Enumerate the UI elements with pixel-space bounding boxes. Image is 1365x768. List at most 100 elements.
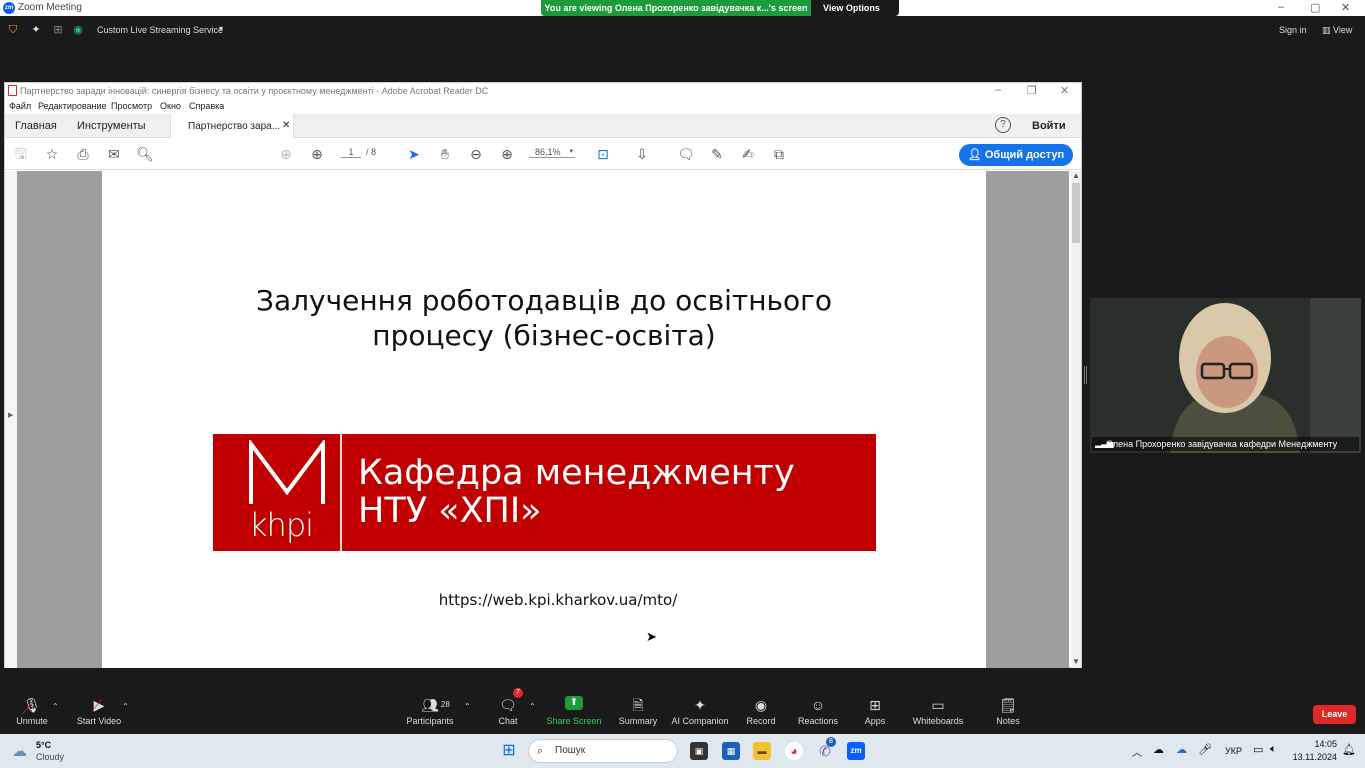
notes-button[interactable]: 🗒︎ Notes <box>990 696 1026 726</box>
reactions-button[interactable]: ☺ Reactions <box>794 696 842 726</box>
store-icon[interactable]: ▦ <box>722 742 740 760</box>
scroll-mode-icon[interactable]: ⇩ <box>633 145 651 163</box>
tray-chevron-up-icon[interactable]: ︿ <box>1132 744 1142 759</box>
help-icon[interactable]: ? <box>995 117 1011 133</box>
participants-caret-icon[interactable]: ⌃ <box>464 702 471 711</box>
unmute-label: Unmute <box>16 716 48 726</box>
menu-file[interactable]: Файл <box>9 101 31 111</box>
menu-window[interactable]: Окно <box>160 101 181 111</box>
minimize-icon[interactable]: – <box>1278 1 1284 13</box>
tab-tools[interactable]: Инструменты <box>77 120 146 132</box>
viber-icon[interactable]: ✆ 8 <box>816 737 836 760</box>
participant-video[interactable]: ▂▃▅ Олена Прохоренко завідувачка кафедри… <box>1090 298 1361 453</box>
windows-start-icon[interactable]: ⊞ <box>500 742 518 760</box>
save-icon[interactable]: 🖫 <box>12 145 30 163</box>
print-icon[interactable]: ⎙ <box>74 145 92 163</box>
expand-panel-icon[interactable]: ▶ <box>8 411 13 419</box>
apps-grid-icon[interactable]: ⊞ <box>51 23 65 37</box>
zoom-caret-icon: ▾ <box>569 148 573 155</box>
unmute-button[interactable]: 🎙︎ ⟋ Unmute <box>10 696 54 726</box>
windows-taskbar: ☁ 5°C Cloudy ⊞ ⌕ Пошук ▣ ▦ ▬ ◕ ✆ 8 zm ︿ ☁… <box>0 734 1365 768</box>
leave-button[interactable]: Leave <box>1313 705 1356 724</box>
fill-sign-icon[interactable]: ⧉ <box>770 145 788 163</box>
maximize-icon[interactable]: ▢ <box>1310 1 1320 14</box>
zoom-app-icon[interactable]: zm <box>847 742 865 760</box>
shield-icon[interactable]: ⛉ <box>6 23 20 37</box>
share-button[interactable]: 👤︎ Общий доступ <box>959 144 1073 166</box>
highlight-pen-icon[interactable]: ✎ <box>708 145 726 163</box>
zoom-level-select[interactable]: 86,1% ▾ <box>529 147 575 158</box>
start-video-button[interactable]: ▶︎ ⟋ Start Video <box>70 696 128 726</box>
task-view-icon[interactable]: ▣ <box>690 742 708 760</box>
file-explorer-icon[interactable]: ▬ <box>753 742 771 760</box>
live-stream-icon[interactable]: ◉ <box>71 23 85 37</box>
tab-home[interactable]: Главная <box>15 120 57 132</box>
next-page-icon[interactable]: ⊕ <box>308 145 326 163</box>
clock-time[interactable]: 14:05 <box>1297 739 1337 749</box>
streaming-service-label[interactable]: Custom Live Streaming Service <box>97 25 223 35</box>
acrobat-restore-icon[interactable]: ❐ <box>1027 84 1037 97</box>
microphone-tray-icon[interactable]: 🎤︎ <box>1198 743 1212 756</box>
signin-button[interactable]: Войти <box>1032 120 1066 132</box>
page-number-input[interactable]: 1 <box>341 147 361 158</box>
hand-tool-icon[interactable]: ✋︎ <box>436 145 454 163</box>
whiteboards-button[interactable]: ▭ Whiteboards <box>910 696 966 726</box>
weather-temp[interactable]: 5°C <box>36 740 51 750</box>
menu-help[interactable]: Справка <box>189 101 224 111</box>
panel-splitter[interactable] <box>1084 366 1087 384</box>
search-zoom-icon[interactable]: 🔍︎ <box>136 145 154 163</box>
tab-document[interactable]: Партнерство зара... ✕ <box>170 114 294 138</box>
cloud-weather-icon[interactable]: ☁ <box>12 742 27 760</box>
left-panel-toggle[interactable]: ▶ <box>5 171 17 668</box>
vertical-scrollbar[interactable]: ▲ ▼ <box>1071 171 1081 668</box>
select-cursor-icon[interactable]: ➤ <box>405 145 423 163</box>
participants-button[interactable]: 👥︎ 28 Participants <box>400 696 460 726</box>
clock-date[interactable]: 13.11.2024 <box>1290 752 1337 762</box>
chat-icon: 🗨︎ 7 <box>498 688 523 714</box>
weather-desc[interactable]: Cloudy <box>36 752 64 762</box>
menu-edit[interactable]: Редактирование <box>38 101 107 111</box>
cloud-sync-icon[interactable]: ☁ <box>1153 743 1164 756</box>
comment-icon[interactable]: 🗨︎ <box>677 145 695 163</box>
sparkle-icon[interactable]: ✦ <box>29 23 43 37</box>
chrome-icon[interactable]: ◕ <box>785 742 803 760</box>
bookmark-star-icon[interactable]: ☆ <box>43 145 61 163</box>
acrobat-close-icon[interactable]: ✕ <box>1060 84 1069 97</box>
chat-caret-icon[interactable]: ⌃ <box>529 702 536 711</box>
email-icon[interactable]: ✉ <box>105 145 123 163</box>
record-button[interactable]: ◉ Record <box>740 696 782 726</box>
banner-line2: НТУ «ХПІ» <box>358 491 542 531</box>
caret-down-icon[interactable]: ▾ <box>219 24 223 33</box>
onedrive-icon[interactable]: ☁ <box>1176 743 1187 756</box>
menu-view[interactable]: Просмотр <box>111 101 152 111</box>
view-options-button[interactable]: View Options ⌄ <box>817 0 897 29</box>
document-viewport[interactable]: Залучення роботодавців до освітнього про… <box>17 171 1069 668</box>
scrollbar-thumb[interactable] <box>1072 183 1080 243</box>
taskbar-search[interactable]: ⌕ Пошук <box>528 739 678 763</box>
zoom-out-icon[interactable]: ⊖ <box>467 145 485 163</box>
ai-companion-button[interactable]: ✦ AI Companion <box>670 696 730 726</box>
summary-button[interactable]: 🗎 Summary <box>614 696 662 726</box>
tab-document-label: Партнерство зара... <box>188 121 281 132</box>
tab-close-icon[interactable]: ✕ <box>282 120 290 131</box>
close-icon[interactable]: ✕ <box>1341 1 1350 14</box>
volume-icon[interactable]: 🔈︎ <box>1270 743 1277 756</box>
view-button[interactable]: ▥ View <box>1322 25 1352 36</box>
sign-in-button[interactable]: Sign in <box>1279 25 1307 35</box>
zoom-in-icon[interactable]: ⊕ <box>498 145 516 163</box>
sign-pen-icon[interactable]: ✍︎ <box>739 145 757 163</box>
video-options-caret-icon[interactable]: ⌃ <box>122 702 129 711</box>
scroll-down-icon[interactable]: ▼ <box>1072 657 1080 666</box>
notification-bell-icon[interactable]: 🔔︎ <box>1342 743 1356 756</box>
share-screen-button[interactable]: ⬆ Share Screen <box>546 696 602 726</box>
prev-page-icon[interactable]: ⊕ <box>277 145 295 163</box>
scroll-up-icon[interactable]: ▲ <box>1072 171 1080 180</box>
language-indicator[interactable]: УКР <box>1225 746 1242 756</box>
video-off-icon: ▶︎ ⟋ <box>92 697 105 713</box>
acrobat-minimize-icon[interactable]: – <box>995 84 1001 96</box>
fit-page-icon[interactable]: ⊡ <box>594 145 612 163</box>
apps-button[interactable]: ⊞ Apps <box>856 696 894 726</box>
chat-button[interactable]: 🗨︎ 7 Chat <box>490 688 526 726</box>
network-icon[interactable]: ▭ <box>1253 743 1263 756</box>
audio-options-caret-icon[interactable]: ⌃ <box>52 702 59 711</box>
